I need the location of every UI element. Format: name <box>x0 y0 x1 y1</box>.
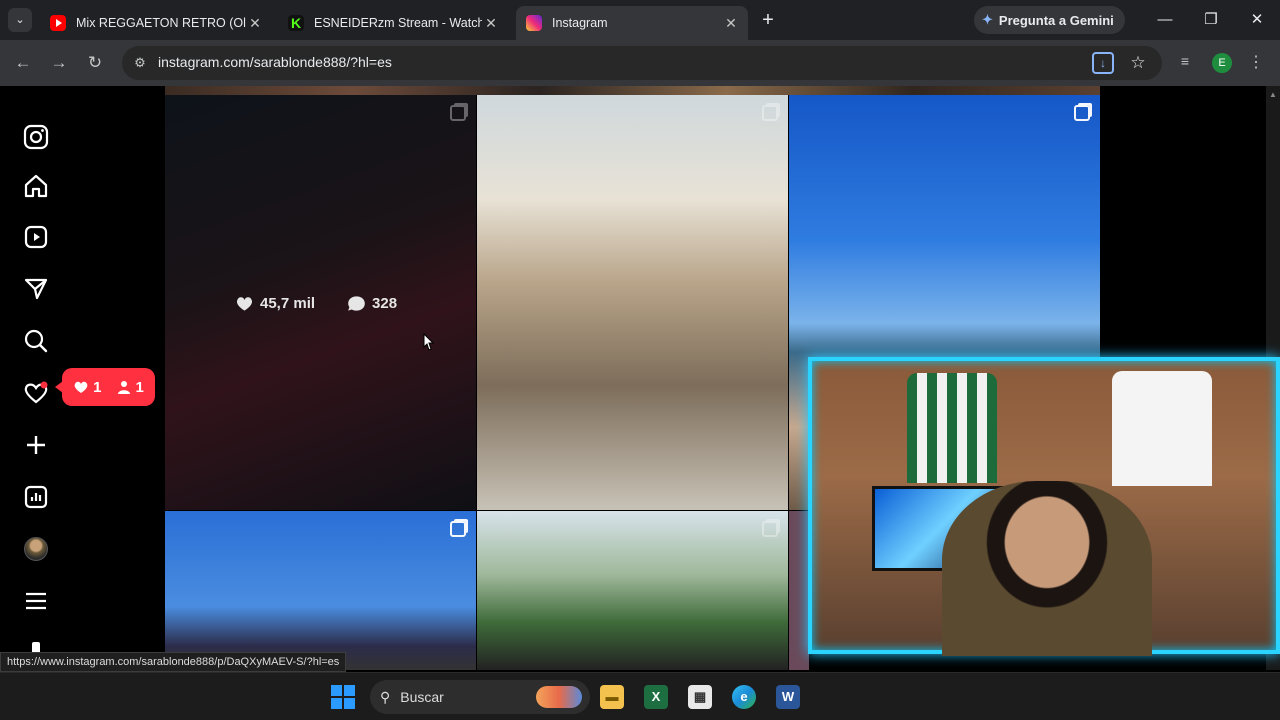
carousel-icon <box>450 521 466 537</box>
likes-count: 1 <box>73 378 102 396</box>
close-window-icon[interactable]: ✕ <box>1234 0 1280 40</box>
bookmark-star-icon[interactable]: ☆ <box>1126 51 1150 75</box>
excel-icon[interactable]: X <box>644 685 668 709</box>
tab-close-icon[interactable]: ✕ <box>246 15 264 32</box>
youtube-icon <box>50 15 66 31</box>
post-stats: 45,7 mil 328 <box>235 294 429 313</box>
followers-count: 1 <box>116 379 144 396</box>
carousel-icon <box>762 521 778 537</box>
mouse-cursor-icon <box>423 333 435 351</box>
windows-taskbar: ⚲ Buscar ▬ X ▦ e W <box>0 672 1280 720</box>
url-text[interactable]: instagram.com/sarablonde888/?hl=es <box>158 54 392 70</box>
link-status-bar: https://www.instagram.com/sarablonde888/… <box>0 652 347 672</box>
install-app-icon[interactable]: ↓ <box>1092 52 1114 74</box>
instagram-icon <box>526 15 542 31</box>
reload-icon[interactable]: ↻ <box>82 50 108 76</box>
tab-title: Mix REGGAETON RETRO (Old S <box>76 16 246 30</box>
scroll-up-icon[interactable]: ▲ <box>1269 90 1277 99</box>
create-icon[interactable] <box>22 431 50 459</box>
likes-value: 45,7 mil <box>260 295 316 312</box>
taskbar-search-label: Buscar <box>400 689 444 705</box>
notification-badge[interactable]: 1 1 <box>55 368 155 406</box>
heart-icon <box>74 381 88 393</box>
screen: ⌄ Mix REGGAETON RETRO (Old S ✕ K ESNEIDE… <box>0 0 1280 720</box>
post-tile[interactable] <box>477 95 788 510</box>
forward-arrow-icon[interactable]: → <box>46 50 72 76</box>
word-icon[interactable]: W <box>776 685 800 709</box>
post-tile[interactable] <box>165 511 476 670</box>
browser-tab-strip: ⌄ Mix REGGAETON RETRO (Old S ✕ K ESNEIDE… <box>0 0 1280 40</box>
tab-instagram[interactable]: Instagram ✕ <box>516 6 748 40</box>
comments-value: 328 <box>372 295 398 312</box>
comments-stat: 328 <box>347 294 397 313</box>
tab-title: Instagram <box>552 16 608 30</box>
home-icon[interactable] <box>22 172 50 200</box>
edge-icon[interactable]: e <box>732 685 756 709</box>
person-icon <box>117 381 130 394</box>
likes-stat: 45,7 mil <box>235 294 315 313</box>
tab-youtube[interactable]: Mix REGGAETON RETRO (Old S ✕ <box>40 6 272 40</box>
kick-icon: K <box>288 15 304 31</box>
restore-icon[interactable]: ❐ <box>1188 0 1234 40</box>
taskbar-search[interactable]: ⚲ Buscar <box>370 680 590 714</box>
messages-icon[interactable] <box>22 275 50 303</box>
site-settings-icon[interactable]: ⚙ <box>130 53 150 73</box>
notifications-icon[interactable] <box>22 379 50 407</box>
tab-search-button[interactable]: ⌄ <box>8 8 32 32</box>
gemini-label: Pregunta a Gemini <box>998 12 1114 28</box>
store-icon[interactable]: ▦ <box>688 685 712 709</box>
carousel-icon <box>762 105 778 121</box>
new-tab-button[interactable]: + <box>757 8 779 32</box>
heart-icon <box>236 297 253 311</box>
tab-close-icon[interactable]: ✕ <box>722 15 740 32</box>
tab-title: ESNEIDERzm Stream - Watch Li <box>314 16 482 30</box>
post-row-top[interactable] <box>165 86 1100 95</box>
browser-menu-icon[interactable]: ⋮ <box>1246 52 1266 74</box>
carousel-icon <box>1074 105 1090 121</box>
browser-toolbar: ← → ↻ ⚙ instagram.com/sarablonde888/?hl=… <box>0 40 1280 86</box>
search-icon: ⚲ <box>380 688 391 705</box>
back-arrow-icon[interactable]: ← <box>10 50 36 76</box>
minimize-icon[interactable]: — <box>1142 0 1188 40</box>
gemini-sparkle-icon: ✦ <box>982 12 993 27</box>
media-controls-icon[interactable]: ≡ <box>1175 53 1195 73</box>
profile-avatar-button[interactable]: E <box>1212 53 1232 73</box>
address-bar[interactable]: ⚙ instagram.com/sarablonde888/?hl=es ↓ ☆ <box>122 46 1162 80</box>
streamer <box>942 481 1152 656</box>
instagram-logo-icon[interactable] <box>22 123 50 151</box>
more-menu-icon[interactable] <box>22 587 50 615</box>
tab-kick[interactable]: K ESNEIDERzm Stream - Watch Li ✕ <box>278 6 508 40</box>
reels-icon[interactable] <box>22 223 50 251</box>
wall-jersey-white <box>1112 371 1212 486</box>
comment-icon <box>348 296 365 311</box>
search-highlight-art <box>536 686 582 708</box>
profile-avatar[interactable] <box>24 537 48 561</box>
followers-count-value: 1 <box>135 378 144 396</box>
dashboard-icon[interactable] <box>22 483 50 511</box>
post-tile[interactable] <box>477 511 788 670</box>
webcam-overlay <box>808 357 1280 656</box>
file-explorer-icon[interactable]: ▬ <box>600 685 624 709</box>
carousel-icon <box>450 105 466 121</box>
gemini-button[interactable]: ✦ Pregunta a Gemini <box>974 6 1125 34</box>
start-icon[interactable] <box>331 685 355 709</box>
wall-jersey-green <box>907 373 997 483</box>
post-tile[interactable]: 45,7 mil 328 <box>165 95 476 510</box>
likes-count-value: 1 <box>93 378 102 396</box>
post-tile[interactable] <box>789 511 809 670</box>
search-icon[interactable] <box>22 327 50 355</box>
tab-close-icon[interactable]: ✕ <box>482 15 500 32</box>
